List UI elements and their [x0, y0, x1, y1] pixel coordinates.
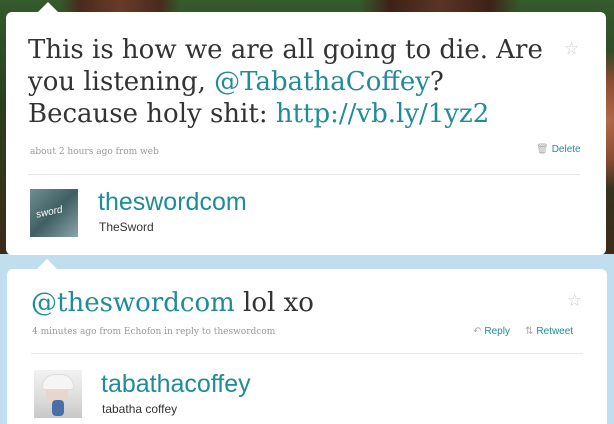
- tweet-text: This is how we are all going to die. Are…: [28, 34, 548, 130]
- speech-notch: [37, 259, 57, 269]
- reply-button[interactable]: ↶ Reply: [473, 326, 510, 337]
- reply-label: Reply: [484, 326, 510, 337]
- tweet-meta: 4 minutes ago from Echofon in reply to t…: [32, 327, 276, 337]
- tweet-card-original: This is how we are all going to die. Are…: [6, 2, 606, 255]
- trash-icon: 🗑: [536, 144, 549, 155]
- reply-arrow-icon: ↶: [473, 326, 482, 337]
- star-icon[interactable]: ☆: [564, 40, 579, 57]
- full-name: tabatha coffey: [102, 402, 178, 416]
- screen-name-link[interactable]: tabathacoffey: [101, 370, 251, 398]
- avatar-hand: [52, 400, 64, 416]
- url-link[interactable]: http://vb.ly/1yz2: [276, 99, 489, 129]
- tweet-meta: about 2 hours ago from web: [30, 147, 159, 157]
- delete-label: Delete: [551, 144, 581, 155]
- retweet-button[interactable]: ⇅ Retweet: [525, 326, 573, 337]
- divider: [28, 174, 580, 175]
- tweet-text-part: lol xo: [234, 288, 314, 318]
- retweet-label: Retweet: [536, 326, 574, 337]
- delete-button[interactable]: 🗑 Delete: [536, 144, 581, 155]
- speech-notch: [38, 2, 58, 12]
- tweet-text: @theswordcom lol xo: [31, 287, 551, 319]
- retweet-icon: ⇅: [525, 326, 534, 337]
- avatar-logo-text: sword: [35, 204, 64, 221]
- avatar[interactable]: sword: [30, 189, 78, 237]
- avatar-hair: [42, 374, 74, 390]
- avatar[interactable]: [34, 370, 82, 418]
- screen-name-link[interactable]: theswordcom: [98, 188, 247, 216]
- full-name: TheSword: [99, 220, 154, 234]
- divider: [31, 353, 583, 354]
- mention-link[interactable]: @TabathaCoffey: [214, 67, 430, 97]
- star-icon[interactable]: ☆: [567, 292, 582, 309]
- mention-link[interactable]: @theswordcom: [31, 288, 235, 318]
- tweet-card-reply: @theswordcom lol xo ☆ 4 minutes ago from…: [7, 259, 607, 424]
